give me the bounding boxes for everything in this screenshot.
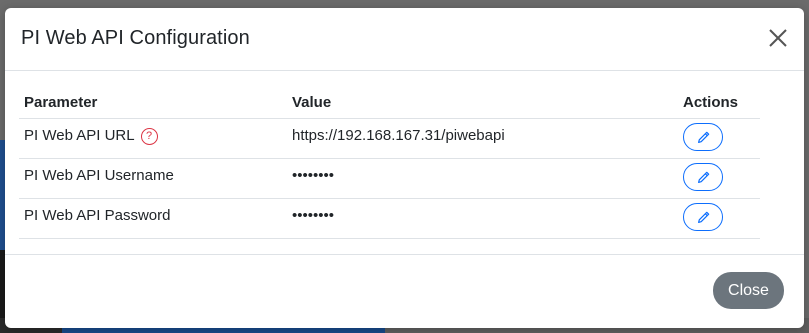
question-circle-icon[interactable]: ?: [140, 127, 158, 145]
edit-password-button[interactable]: [683, 203, 723, 231]
table-row: PI Web API URL? https://192.168.167.31/p…: [19, 118, 760, 159]
value-cell: https://192.168.167.31/piwebapi: [287, 118, 678, 159]
config-table: Parameter Value Actions PI Web API URL? …: [19, 88, 760, 239]
dialog-title: PI Web API Configuration: [21, 27, 250, 49]
column-header-value: Value: [287, 88, 678, 119]
dialog-footer: Close: [5, 254, 804, 329]
pencil-icon: [698, 211, 710, 223]
parameter-label: PI Web API URL: [24, 126, 135, 144]
table-row: PI Web API Password ••••••••: [19, 198, 760, 239]
dialog-header: PI Web API Configuration: [5, 8, 804, 71]
parameter-cell: PI Web API URL?: [19, 118, 287, 159]
value-cell: ••••••••: [287, 198, 678, 239]
actions-cell: [678, 118, 760, 159]
config-dialog: PI Web API Configuration Parameter Value…: [5, 8, 804, 328]
pencil-icon: [698, 131, 710, 143]
pencil-icon: [698, 171, 710, 183]
table-row: PI Web API Username ••••••••: [19, 158, 760, 199]
column-header-parameter: Parameter: [19, 88, 287, 119]
parameter-cell: PI Web API Username: [19, 158, 287, 199]
edit-username-button[interactable]: [683, 163, 723, 191]
value-cell: ••••••••: [287, 158, 678, 199]
actions-cell: [678, 198, 760, 239]
close-icon[interactable]: [766, 26, 790, 50]
close-button[interactable]: Close: [713, 272, 784, 309]
column-header-actions: Actions: [678, 88, 760, 119]
edit-url-button[interactable]: [683, 123, 723, 151]
parameter-cell: PI Web API Password: [19, 198, 287, 239]
dialog-body: Parameter Value Actions PI Web API URL? …: [19, 88, 760, 239]
table-header-row: Parameter Value Actions: [19, 88, 760, 119]
actions-cell: [678, 158, 760, 199]
